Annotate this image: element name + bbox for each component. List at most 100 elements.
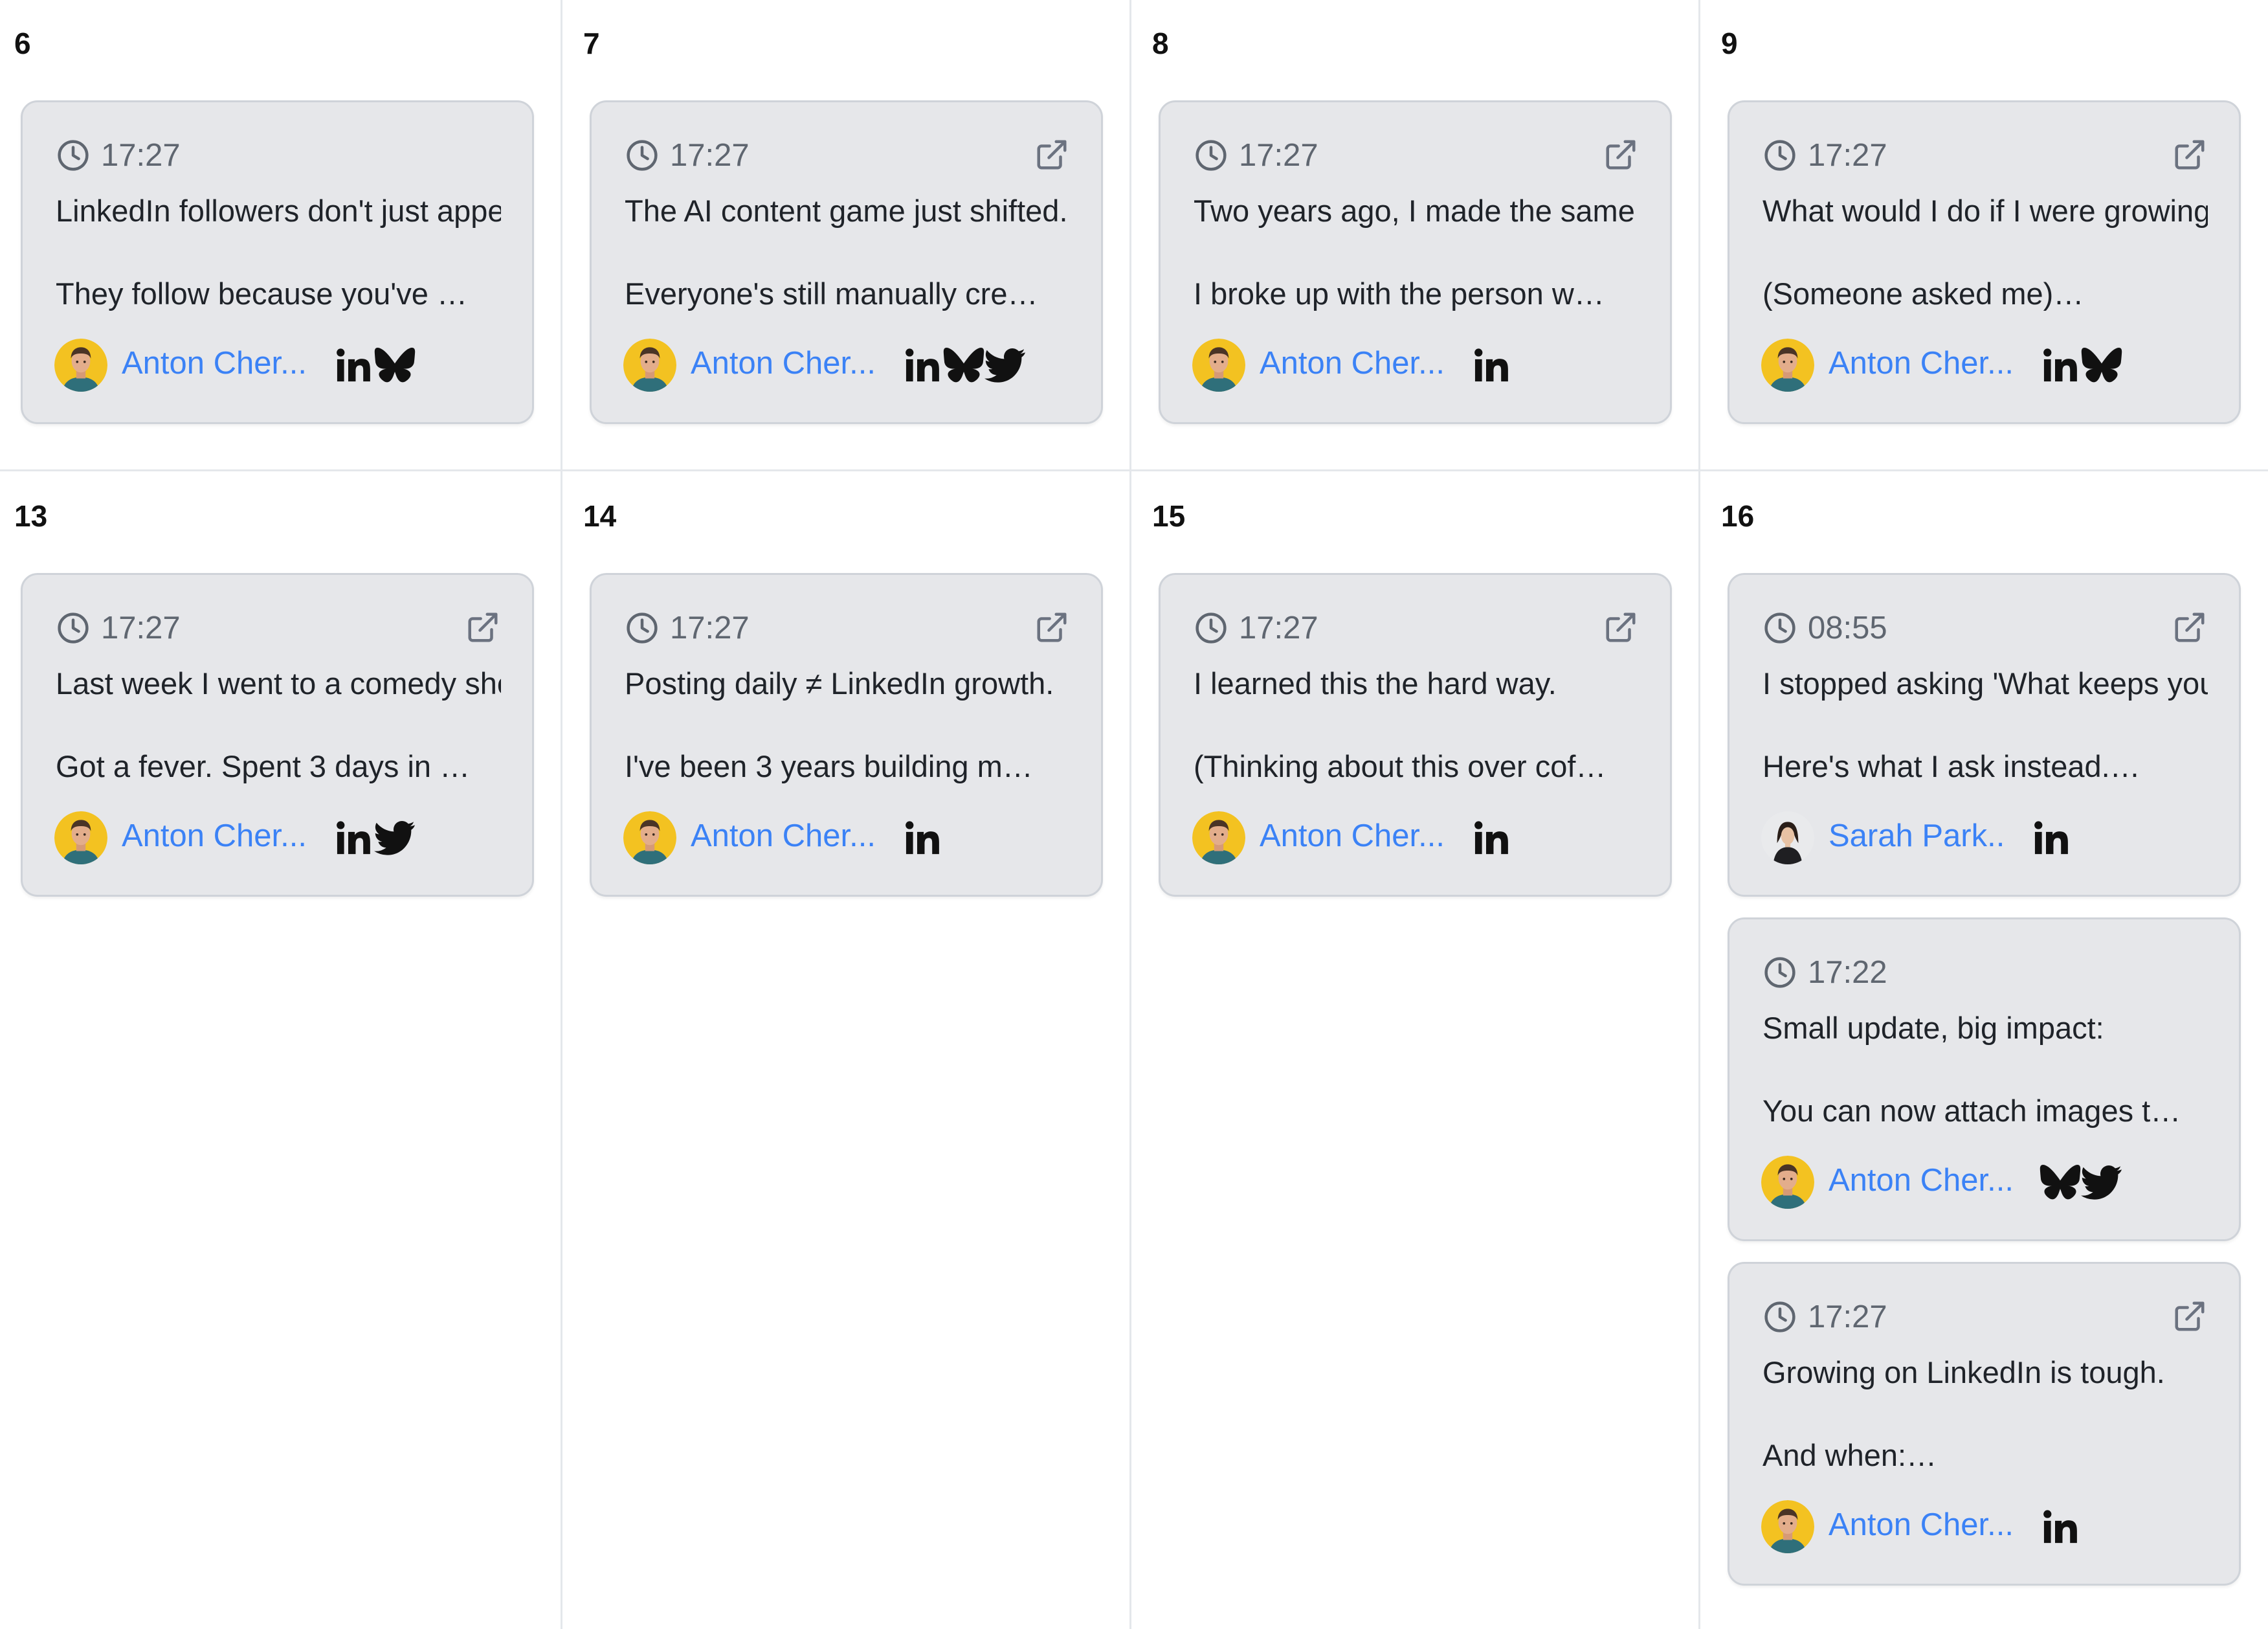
- post-preview-line-2: And when:…: [1762, 1438, 1937, 1472]
- post-card[interactable]: 17:27 LinkedIn followers don't just appea…: [21, 100, 534, 424]
- column-divider: [1698, 0, 1700, 1629]
- post-preview-line-1: Last week I went to a comedy show.: [56, 666, 501, 701]
- external-link-icon[interactable]: [2172, 610, 2207, 645]
- post-time: 17:27: [670, 138, 750, 173]
- external-link-icon[interactable]: [465, 610, 500, 645]
- post-card[interactable]: 17:27 Two years ago, I made the same mist…: [1159, 100, 1672, 424]
- network-icons: [333, 344, 416, 387]
- author-avatar: [1192, 811, 1245, 864]
- linkedin-icon: [902, 344, 943, 386]
- post-preview-line-1: Growing on LinkedIn is tough.: [1762, 1355, 2165, 1389]
- clock-icon: [1762, 1299, 1797, 1334]
- author-name[interactable]: Anton Cher...: [1829, 1162, 2014, 1198]
- clock-icon: [56, 138, 91, 173]
- bluesky-icon: [374, 344, 416, 386]
- network-icons: [2030, 816, 2072, 859]
- post-preview-line-1: I learned this the hard way.: [1194, 666, 1557, 701]
- column-divider: [1129, 0, 1131, 1629]
- post-list: 17:27 I learned this the hard way. (Thinki…: [1159, 573, 1672, 917]
- author-name[interactable]: Anton Cher...: [691, 818, 876, 854]
- post-time: 17:27: [1239, 138, 1318, 173]
- day-number: 8: [1152, 27, 1169, 60]
- post-card[interactable]: 17:27 Growing on LinkedIn is tough. And wh…: [1728, 1262, 2241, 1586]
- external-link-icon[interactable]: [1603, 137, 1638, 172]
- calendar-grid: 6 17:27 LinkedIn followers don't just appe…: [0, 0, 2268, 1629]
- post-card[interactable]: 17:22 Small update, big impact: You can no…: [1728, 917, 2241, 1241]
- post-list: 17:27 What would I do if I were growing o…: [1728, 100, 2241, 445]
- author-avatar: [1761, 339, 1814, 392]
- author-name[interactable]: Anton Cher...: [122, 345, 307, 381]
- author-name[interactable]: Anton Cher...: [122, 818, 307, 854]
- post-time: 17:27: [101, 611, 181, 646]
- day-number: 7: [583, 27, 600, 60]
- post-card[interactable]: 17:27 I learned this the hard way. (Thinki…: [1159, 573, 1672, 897]
- post-preview-line-1: The AI content game just shifted.: [625, 194, 1068, 228]
- post-card[interactable]: 17:27 The AI content game just shifted. Ev…: [590, 100, 1103, 424]
- post-time: 17:27: [1239, 611, 1318, 646]
- linkedin-icon: [333, 344, 374, 386]
- column-divider: [561, 0, 562, 1629]
- post-preview-line-2: I broke up with the person w…: [1194, 276, 1605, 311]
- clock-icon: [625, 138, 660, 173]
- post-card[interactable]: 08:55 I stopped asking 'What keeps you up…: [1728, 573, 2241, 897]
- post-preview-line-1: What would I do if I were growing on Lin…: [1762, 194, 2208, 228]
- author-avatar: [623, 339, 676, 392]
- post-time: 17:22: [1808, 955, 1887, 990]
- post-list: 17:27 LinkedIn followers don't just appea…: [21, 100, 534, 445]
- author-name[interactable]: Anton Cher...: [1260, 345, 1445, 381]
- author-avatar: [1761, 1500, 1814, 1553]
- post-preview-line-1: Two years ago, I made the same mistake.: [1194, 194, 1639, 228]
- author-name[interactable]: Sarah Park..: [1829, 818, 2005, 854]
- post-time: 17:27: [1808, 1299, 1887, 1334]
- post-card[interactable]: 17:27 Posting daily ≠ LinkedIn growth. I'v…: [590, 573, 1103, 897]
- post-time: 17:27: [1808, 138, 1887, 173]
- post-list: 08:55 I stopped asking 'What keeps you up…: [1728, 573, 2241, 1606]
- clock-icon: [625, 611, 660, 646]
- bluesky-icon: [2081, 344, 2122, 386]
- row-divider: [0, 469, 2268, 471]
- network-icons: [1471, 816, 1512, 859]
- linkedin-icon: [333, 817, 374, 859]
- clock-icon: [1762, 955, 1797, 990]
- post-preview-line-2: Here's what I ask instead.…: [1762, 749, 2140, 783]
- author-avatar: [1192, 339, 1245, 392]
- author-name[interactable]: Anton Cher...: [1829, 345, 2014, 381]
- linkedin-icon: [2030, 817, 2072, 859]
- clock-icon: [1194, 138, 1228, 173]
- post-preview-line-2: I've been 3 years building m…: [625, 749, 1033, 783]
- post-preview-line-1: I stopped asking 'What keeps you up at n…: [1762, 666, 2208, 701]
- post-list: 17:27 Two years ago, I made the same mist…: [1159, 100, 1672, 445]
- linkedin-icon: [1471, 817, 1512, 859]
- network-icons: [1471, 344, 1512, 387]
- external-link-icon[interactable]: [1034, 137, 1069, 172]
- post-card[interactable]: 17:27 Last week I went to a comedy show. G…: [21, 573, 534, 897]
- post-preview-line-2: (Someone asked me)…: [1762, 276, 2084, 311]
- post-card[interactable]: 17:27 What would I do if I were growing o…: [1728, 100, 2241, 424]
- post-preview-line-2: Got a fever. Spent 3 days in …: [56, 749, 471, 783]
- linkedin-icon: [2040, 1506, 2081, 1547]
- clock-icon: [1762, 611, 1797, 646]
- network-icons: [902, 816, 943, 859]
- external-link-icon[interactable]: [1603, 610, 1638, 645]
- post-preview-line-1: LinkedIn followers don't just appear.: [56, 194, 501, 228]
- clock-icon: [1762, 138, 1797, 173]
- author-name[interactable]: Anton Cher...: [691, 345, 876, 381]
- day-number: 6: [14, 27, 31, 60]
- post-preview-line-1: Small update, big impact:: [1762, 1011, 2104, 1045]
- network-icons: [2040, 1161, 2122, 1204]
- author-name[interactable]: Anton Cher...: [1829, 1507, 2014, 1543]
- linkedin-icon: [2040, 344, 2081, 386]
- network-icons: [2040, 1505, 2081, 1548]
- day-number: 15: [1152, 499, 1186, 533]
- external-link-icon[interactable]: [1034, 610, 1069, 645]
- bluesky-icon: [2040, 1162, 2081, 1203]
- day-number: 16: [1721, 499, 1755, 533]
- external-link-icon[interactable]: [2172, 1299, 2207, 1334]
- author-name[interactable]: Anton Cher...: [1260, 818, 1445, 854]
- author-avatar: [1761, 811, 1814, 864]
- day-number: 14: [583, 499, 617, 533]
- external-link-icon[interactable]: [2172, 137, 2207, 172]
- author-avatar: [623, 811, 676, 864]
- post-preview-line-2: Everyone's still manually cre…: [625, 276, 1038, 311]
- post-time: 17:27: [670, 611, 750, 646]
